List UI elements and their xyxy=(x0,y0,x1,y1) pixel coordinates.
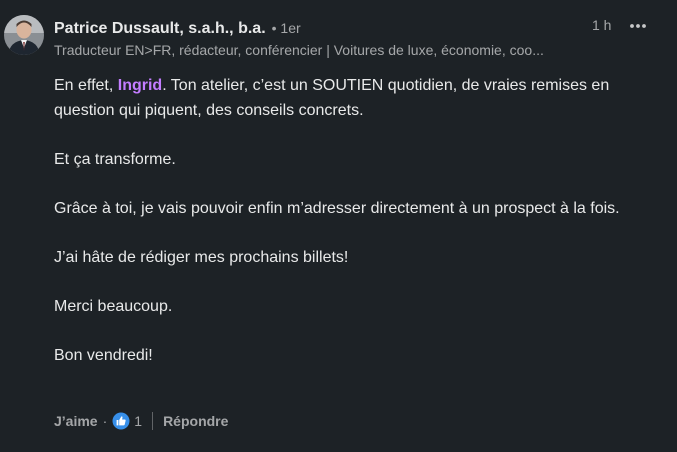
like-reaction-icon[interactable] xyxy=(112,412,130,430)
author-name[interactable]: Patrice Dussault, s.a.h., b.a. xyxy=(54,20,266,38)
like-button[interactable]: J’aime xyxy=(54,413,98,429)
author-headline: Traducteur EN>FR, rédacteur, conférencie… xyxy=(54,42,544,58)
action-separator: · xyxy=(102,413,108,429)
connection-degree: • 1er xyxy=(271,20,301,36)
comment-card: Patrice Dussault, s.a.h., b.a. • 1er Tra… xyxy=(0,0,677,452)
ellipsis-icon xyxy=(630,24,646,28)
comment-paragraph: Et ça transforme. xyxy=(54,151,176,168)
actions-divider xyxy=(152,412,154,430)
comment-paragraph: Merci beaucoup. xyxy=(54,298,173,315)
comment-body: En effet, Ingrid. Ton atelier, c’est un … xyxy=(54,73,654,392)
comment-actions: J’aime · 1 Répondre xyxy=(54,410,228,432)
mention-link[interactable]: Ingrid xyxy=(118,77,162,94)
comment-paragraph: Grâce à toi, je vais pouvoir enfin m’adr… xyxy=(54,200,620,217)
comment-timestamp: 1 h xyxy=(592,17,612,33)
comment-header: Patrice Dussault, s.a.h., b.a. • 1er Tra… xyxy=(54,20,657,58)
author-avatar[interactable] xyxy=(4,15,44,55)
author-name-line: Patrice Dussault, s.a.h., b.a. • 1er xyxy=(54,20,657,40)
comment-paragraph: Bon vendredi! xyxy=(54,347,153,364)
comment-text: En effet, xyxy=(54,77,118,94)
reaction-count[interactable]: 1 xyxy=(134,413,142,429)
comment-paragraph: En effet, Ingrid. Ton atelier, c’est un … xyxy=(54,73,654,123)
comment-paragraph: J’ai hâte de rédiger mes prochains bille… xyxy=(54,249,349,266)
reply-button[interactable]: Répondre xyxy=(163,413,228,429)
more-options-button[interactable] xyxy=(624,12,652,40)
